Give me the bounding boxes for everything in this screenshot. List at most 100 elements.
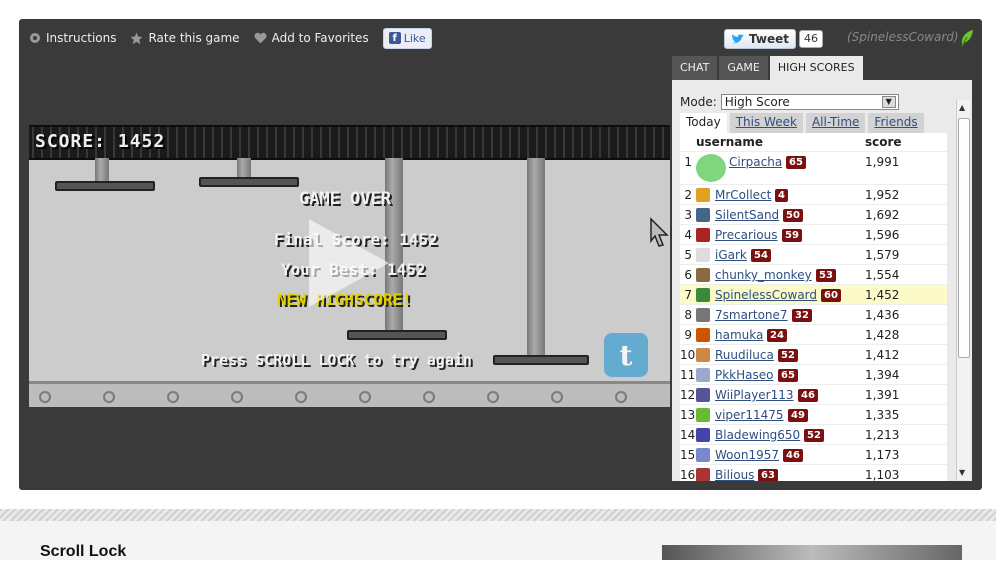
- avatar[interactable]: [696, 468, 710, 481]
- facebook-icon: f: [388, 32, 401, 44]
- add-favorites-link[interactable]: Add to Favorites: [254, 31, 369, 45]
- game-panel: Instructions Rate this game Add to Favor…: [19, 19, 982, 490]
- scroll-up-icon[interactable]: ▲: [959, 103, 965, 112]
- score-value: 1,428: [865, 328, 900, 342]
- rate-game-link[interactable]: Rate this game: [130, 31, 240, 45]
- floor-rivet: [487, 391, 499, 403]
- rank: 13: [680, 408, 696, 422]
- username-link[interactable]: SpinelessCoward: [715, 288, 817, 302]
- cursor-icon: [650, 217, 669, 247]
- high-scores-panel: Mode: High Score ▼ Today This Week All-T…: [672, 80, 972, 481]
- avatar[interactable]: [696, 208, 710, 222]
- username-link[interactable]: MrCollect: [715, 188, 771, 202]
- table-row: 5 iGark 54 1,579: [680, 244, 947, 264]
- star-icon: [131, 32, 143, 44]
- avatar[interactable]: [696, 248, 710, 262]
- avatar[interactable]: [696, 408, 710, 422]
- level-badge: 50: [783, 209, 803, 222]
- scroll-down-icon[interactable]: ▼: [959, 468, 965, 477]
- floor-rivet: [423, 391, 435, 403]
- promo-image[interactable]: [662, 545, 962, 560]
- avatar[interactable]: [696, 288, 710, 302]
- level-badge: 46: [783, 449, 803, 462]
- instructions-icon: [30, 33, 40, 43]
- rank: 16: [680, 468, 696, 481]
- instructions-link[interactable]: Instructions: [29, 31, 116, 45]
- username-link[interactable]: Ruudiluca: [715, 348, 774, 362]
- tab-all-time[interactable]: All-Time: [805, 113, 866, 133]
- avatar[interactable]: [696, 368, 710, 382]
- scores-inner: Mode: High Score ▼ Today This Week All-T…: [672, 80, 955, 481]
- username-link[interactable]: 7smartone7: [715, 308, 788, 322]
- period-tabs: Today This Week All-Time Friends: [680, 113, 924, 133]
- level-badge: 60: [821, 289, 841, 302]
- table-row: 16 Bilious 63 1,103: [680, 464, 947, 481]
- username-link[interactable]: Bladewing650: [715, 428, 800, 442]
- table-row: 2 MrCollect 4 1,952: [680, 184, 947, 204]
- username-link[interactable]: hamuka: [715, 328, 763, 342]
- tab-game[interactable]: GAME: [719, 56, 768, 80]
- platform: [347, 330, 447, 340]
- avatar[interactable]: [696, 228, 710, 242]
- avatar[interactable]: [696, 308, 710, 322]
- current-user-tag[interactable]: (SpinelessCoward): [847, 30, 959, 44]
- username-link[interactable]: viper11475: [715, 408, 784, 422]
- tweet-count: 46: [798, 30, 823, 48]
- game-canvas[interactable]: SCORE: 1452 GAME OVER Final Score: 1452 …: [29, 125, 670, 407]
- mode-select[interactable]: High Score ▼: [720, 94, 899, 110]
- tweet-label: Tweet: [749, 32, 789, 46]
- tab-this-week[interactable]: This Week: [729, 113, 803, 133]
- table-row: 4 Precarious 59 1,596: [680, 224, 947, 244]
- username-link[interactable]: Precarious: [715, 228, 778, 242]
- level-badge: 52: [804, 429, 824, 442]
- rank: 11: [680, 368, 696, 382]
- avatar[interactable]: [696, 328, 710, 342]
- tab-friends[interactable]: Friends: [868, 113, 924, 133]
- facebook-like-button[interactable]: f Like: [382, 27, 432, 49]
- username-link[interactable]: Bilious: [715, 468, 754, 481]
- floor-rivet: [615, 391, 627, 403]
- username-link[interactable]: Cirpacha: [729, 155, 782, 169]
- rank: 8: [684, 308, 692, 322]
- username-link[interactable]: PkkHaseo: [715, 368, 774, 382]
- username-link[interactable]: WiiPlayer113: [715, 388, 794, 402]
- tab-today[interactable]: Today: [680, 113, 727, 133]
- floor-rivet: [295, 391, 307, 403]
- tab-chat[interactable]: CHAT: [672, 56, 718, 80]
- avatar[interactable]: [696, 428, 710, 442]
- play-icon[interactable]: [299, 215, 395, 311]
- level-badge: 59: [782, 229, 802, 242]
- floor-rivet: [359, 391, 371, 403]
- avatar[interactable]: [696, 348, 710, 362]
- username-link[interactable]: iGark: [715, 248, 747, 262]
- score-hud: SCORE: 1452: [35, 131, 166, 152]
- tweet-button[interactable]: Tweet: [724, 29, 796, 49]
- avatar[interactable]: [696, 154, 726, 182]
- twitter-bird-icon[interactable]: t: [604, 333, 648, 377]
- rank: 14: [680, 428, 696, 442]
- tab-high-scores[interactable]: HIGH SCORES: [769, 56, 863, 80]
- leaf-icon: [961, 30, 973, 47]
- game-over-text: GAME OVER: [299, 189, 392, 209]
- score-value: 1,991: [865, 155, 900, 169]
- rank: 15: [680, 448, 696, 462]
- level-badge: 52: [778, 349, 798, 362]
- pillar: [95, 158, 109, 182]
- avatar[interactable]: [696, 448, 710, 462]
- score-value: 1,412: [865, 348, 900, 362]
- rank: 7: [684, 288, 692, 302]
- level-badge: 4: [775, 189, 788, 202]
- username-column-header: username: [696, 135, 764, 149]
- avatar[interactable]: [696, 388, 710, 402]
- canvas-floor: [29, 381, 670, 407]
- scroll-thumb[interactable]: [958, 118, 970, 358]
- rank: 12: [680, 388, 696, 402]
- scores-scrollbar[interactable]: ▲ ▼: [956, 100, 970, 480]
- username-link[interactable]: chunky_monkey: [715, 268, 812, 282]
- username-link[interactable]: SilentSand: [715, 208, 779, 222]
- tweet-widget: Tweet 46: [724, 29, 823, 49]
- avatar[interactable]: [696, 188, 710, 202]
- username-link[interactable]: Woon1957: [715, 448, 779, 462]
- score-value: 1,554: [865, 268, 900, 282]
- avatar[interactable]: [696, 268, 710, 282]
